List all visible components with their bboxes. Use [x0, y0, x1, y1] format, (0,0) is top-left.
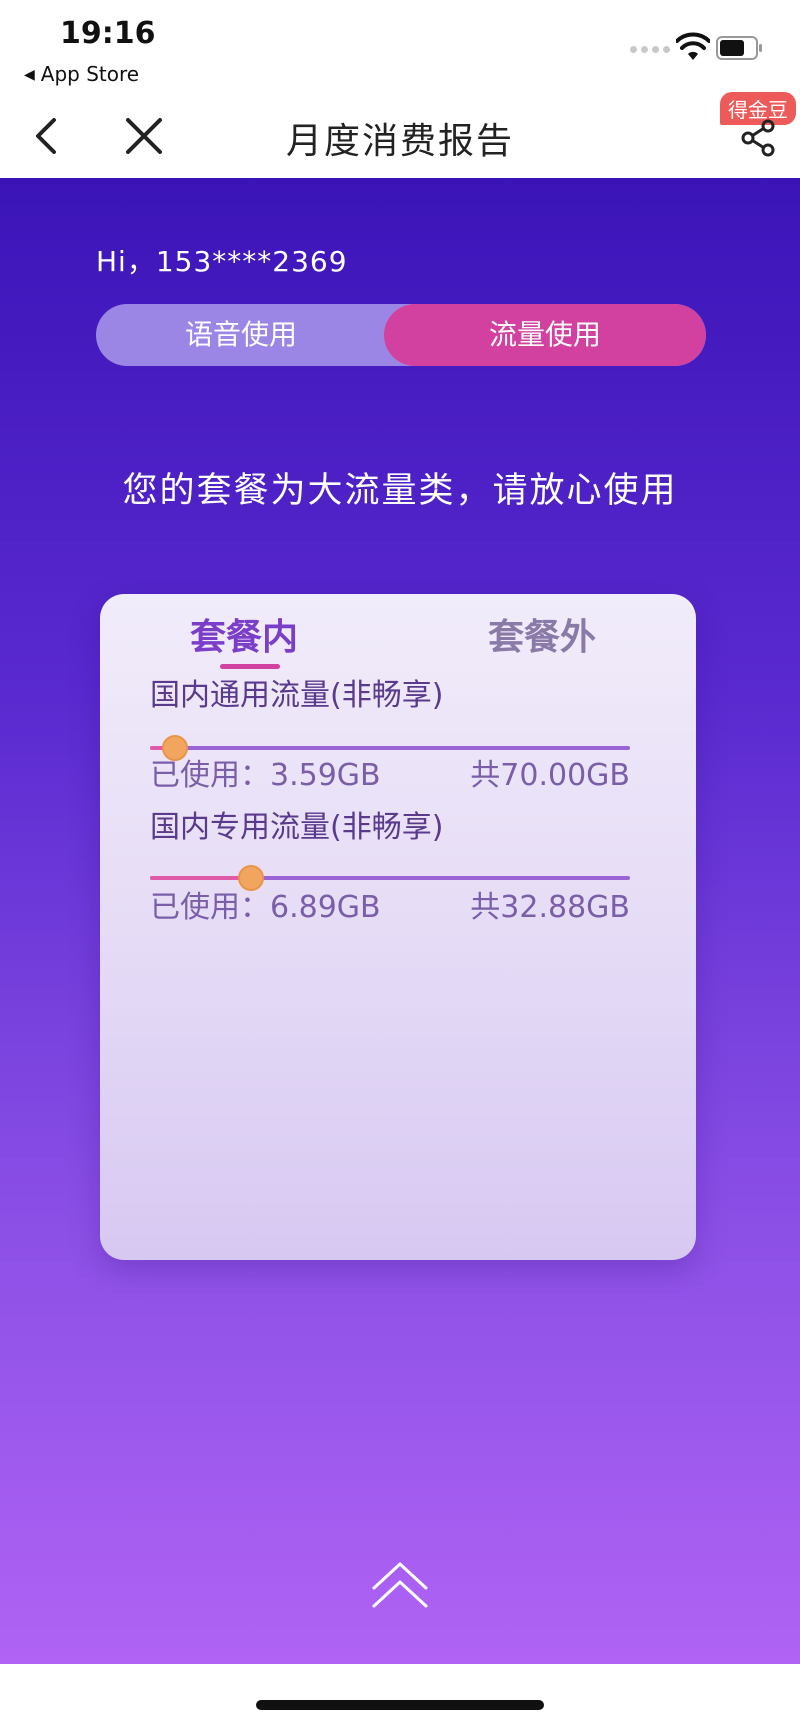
page-title: 月度消费报告	[285, 121, 514, 162]
usage-total-dedicated: 共32.88GB	[470, 890, 630, 925]
signal-icon	[630, 46, 670, 53]
usage-card: 套餐内 套餐外 国内通用流量(非畅享) 已使用：3.59GB 共70.00GB …	[100, 594, 696, 1260]
report-main: Hi，153****2369 语音使用 流量使用 您的套餐为大流量类，请放心使用…	[0, 178, 800, 1664]
home-indicator[interactable]	[256, 1700, 544, 1710]
share-icon[interactable]	[738, 116, 778, 160]
tab-in-plan[interactable]: 套餐内	[190, 608, 298, 660]
usage-title-dedicated: 国内专用流量(非畅享)	[150, 810, 444, 845]
usage-used-general: 已使用：3.59GB	[150, 758, 381, 793]
tab-out-plan[interactable]: 套餐外	[488, 608, 596, 660]
wifi-icon	[676, 32, 710, 60]
battery-icon	[716, 36, 762, 60]
app-store-back-label: App Store	[40, 62, 140, 86]
usage-total-general: 共70.00GB	[470, 758, 630, 793]
greeting-text: Hi，153****2369	[96, 245, 348, 278]
plan-headline: 您的套餐为大流量类，请放心使用	[122, 471, 678, 511]
usage-progress-fill	[150, 876, 251, 880]
status-bar: 19:16 ◀ App Store	[0, 0, 800, 92]
usage-title-general: 国内通用流量(非畅享)	[150, 678, 444, 713]
toggle-voice-usage[interactable]: 语音使用	[96, 304, 386, 366]
usage-progress-dedicated	[150, 865, 630, 891]
tab-active-indicator	[220, 664, 280, 669]
usage-used-dedicated: 已使用：6.89GB	[150, 890, 381, 925]
home-area	[0, 1664, 800, 1731]
double-chevron-up-icon[interactable]	[370, 1558, 430, 1614]
nav-bar: 月度消费报告 得金豆	[0, 92, 800, 178]
back-triangle-icon: ◀	[24, 67, 35, 83]
toggle-data-usage[interactable]: 流量使用	[384, 304, 706, 366]
status-time: 19:16	[60, 16, 156, 51]
app-store-back-link[interactable]: ◀ App Store	[24, 62, 139, 86]
usage-type-toggle: 语音使用 流量使用	[96, 304, 706, 366]
